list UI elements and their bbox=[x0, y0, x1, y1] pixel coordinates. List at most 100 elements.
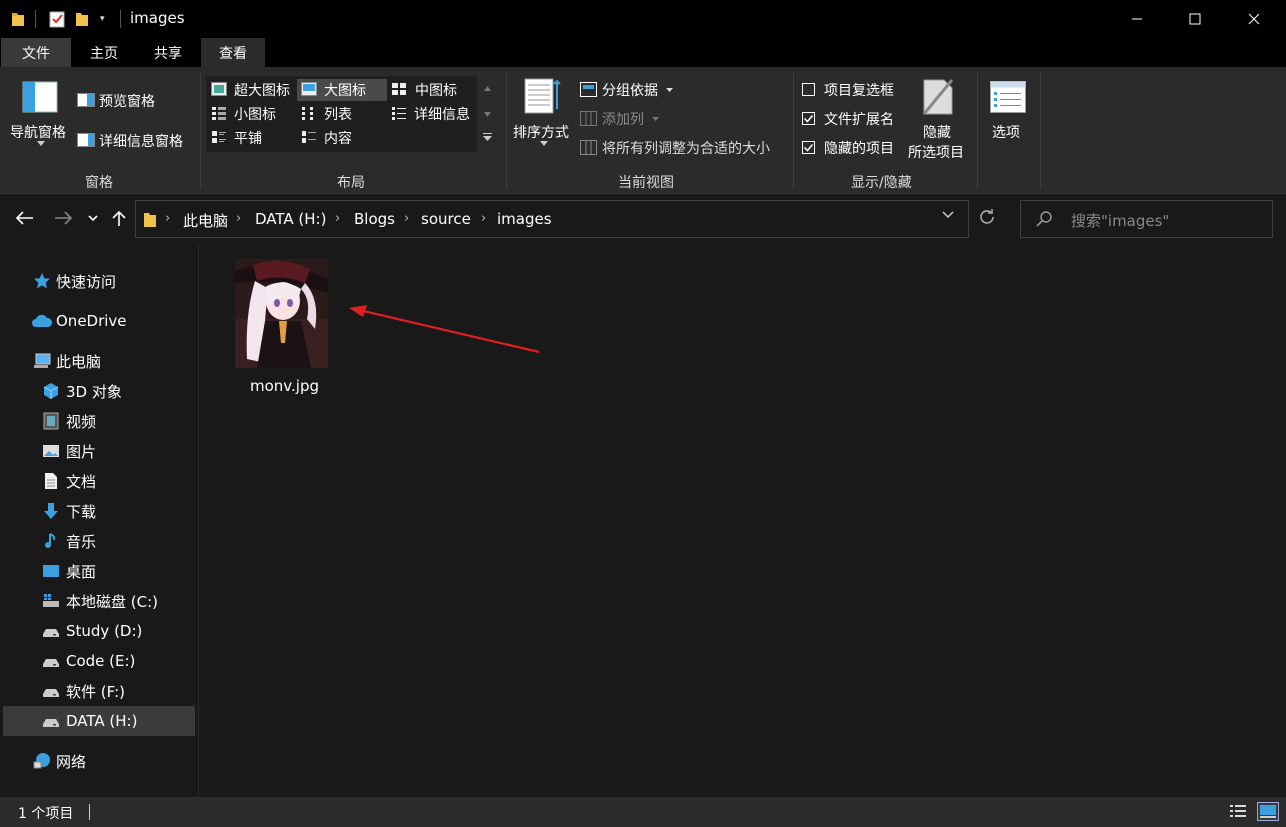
sidebar-item-drive-d[interactable]: Study (D:) bbox=[3, 616, 195, 646]
layout-tiles[interactable]: 平铺 bbox=[234, 128, 262, 148]
tab-home[interactable]: 主页 bbox=[73, 38, 135, 67]
maximize-icon bbox=[1189, 13, 1201, 25]
nav-pane-button[interactable]: 导航窗格 bbox=[10, 122, 66, 142]
sidebar-item-label: 此电脑 bbox=[56, 352, 102, 371]
breadcrumb-separator-icon[interactable]: › bbox=[236, 211, 241, 226]
forward-button[interactable] bbox=[54, 211, 72, 225]
sidebar-item-3d-objects[interactable]: 3D 对象 bbox=[3, 376, 195, 406]
address-bar[interactable]: › 此电脑 › DATA (H:) › Blogs › source › ima… bbox=[135, 200, 969, 238]
hide-selected-button-line2[interactable]: 所选项目 bbox=[908, 142, 964, 162]
breadcrumb-source[interactable]: source bbox=[421, 210, 471, 228]
up-button[interactable] bbox=[112, 210, 126, 227]
details-pane-icon bbox=[77, 133, 95, 147]
add-columns-button[interactable]: 添加列 bbox=[602, 109, 644, 129]
add-columns-icon bbox=[580, 111, 597, 126]
sidebar-item-network[interactable]: 网络 bbox=[3, 746, 195, 776]
separator bbox=[793, 73, 794, 189]
back-button[interactable] bbox=[16, 211, 34, 225]
sidebar-item-drive-c[interactable]: 本地磁盘 (C:) bbox=[3, 586, 195, 616]
breadcrumb-separator-icon[interactable]: › bbox=[481, 211, 486, 226]
hide-selected-icon bbox=[922, 79, 954, 115]
close-button[interactable] bbox=[1231, 0, 1277, 38]
tab-file[interactable]: 文件 bbox=[1, 38, 71, 67]
breadcrumb-separator-icon[interactable]: › bbox=[335, 211, 340, 226]
desktop-icon bbox=[43, 565, 59, 577]
close-icon bbox=[1248, 13, 1260, 25]
chevron-down-icon bbox=[37, 141, 45, 146]
new-folder-icon[interactable] bbox=[75, 11, 89, 27]
group-by-button[interactable]: 分组依据 bbox=[602, 80, 658, 100]
large-icons-view-button[interactable] bbox=[1257, 802, 1279, 821]
cube-icon bbox=[43, 383, 59, 399]
sidebar-item-label: 本地磁盘 (C:) bbox=[66, 592, 158, 611]
status-bar: 1 个项目 bbox=[0, 797, 1286, 827]
minimize-button[interactable] bbox=[1114, 0, 1160, 38]
breadcrumb-images[interactable]: images bbox=[497, 210, 552, 228]
search-box[interactable]: 搜索"images" bbox=[1020, 200, 1273, 238]
file-item[interactable]: monv.jpg bbox=[235, 259, 330, 399]
properties-icon[interactable] bbox=[49, 10, 65, 28]
layout-scroll[interactable] bbox=[479, 76, 497, 152]
search-input[interactable]: 搜索"images" bbox=[1071, 210, 1169, 231]
refresh-icon[interactable] bbox=[978, 208, 996, 226]
breadcrumb-separator-icon[interactable]: › bbox=[404, 211, 409, 226]
layout-small[interactable]: 小图标 bbox=[234, 104, 276, 124]
sidebar-item-label: 3D 对象 bbox=[66, 382, 122, 401]
sidebar-item-drive-h[interactable]: DATA (H:) bbox=[3, 706, 195, 736]
item-checkboxes-checkbox[interactable] bbox=[802, 83, 815, 96]
sidebar-item-pictures[interactable]: 图片 bbox=[3, 436, 195, 466]
sidebar-item-desktop[interactable]: 桌面 bbox=[3, 556, 195, 586]
scroll-down-icon[interactable] bbox=[484, 112, 491, 117]
separator bbox=[89, 804, 90, 820]
preview-pane-button[interactable]: 预览窗格 bbox=[99, 91, 155, 111]
sidebar-item-music[interactable]: 音乐 bbox=[3, 526, 195, 556]
options-button[interactable]: 选项 bbox=[992, 122, 1020, 142]
sidebar-item-drive-f[interactable]: 软件 (F:) bbox=[3, 676, 195, 706]
quick-access-dropdown-icon[interactable]: ▾ bbox=[100, 14, 105, 24]
details-view-button[interactable] bbox=[1228, 802, 1248, 821]
sidebar-item-documents[interactable]: 文档 bbox=[3, 466, 195, 496]
sidebar-item-this-pc[interactable]: 此电脑 bbox=[3, 346, 195, 376]
folder-icon bbox=[144, 213, 156, 227]
breadcrumb-data-drive[interactable]: DATA (H:) bbox=[255, 210, 326, 228]
layout-extra-large[interactable]: 超大图标 bbox=[234, 80, 290, 100]
expand-gallery-icon[interactable] bbox=[483, 133, 492, 141]
content-icon bbox=[302, 131, 316, 143]
layout-details[interactable]: 详细信息 bbox=[414, 104, 470, 124]
scroll-up-icon[interactable] bbox=[484, 86, 491, 91]
navigation-pane-icon[interactable] bbox=[22, 81, 58, 113]
sidebar-item-videos[interactable]: 视频 bbox=[3, 406, 195, 436]
breadcrumb-this-pc[interactable]: 此电脑 bbox=[183, 210, 228, 231]
hide-selected-button-line1[interactable]: 隐藏 bbox=[923, 122, 951, 142]
file-name: monv.jpg bbox=[250, 377, 319, 395]
maximize-button[interactable] bbox=[1172, 0, 1218, 38]
download-icon bbox=[44, 503, 58, 519]
breadcrumb-separator-icon[interactable]: › bbox=[165, 211, 170, 226]
chevron-down-icon[interactable] bbox=[942, 211, 954, 219]
sort-by-button[interactable]: 排序方式 bbox=[513, 122, 569, 142]
breadcrumb-blogs[interactable]: Blogs bbox=[354, 210, 395, 228]
hidden-items-label: 隐藏的项目 bbox=[824, 141, 894, 157]
separator bbox=[120, 10, 121, 28]
layout-large[interactable]: 大图标 bbox=[324, 80, 366, 100]
hidden-items-checkbox[interactable] bbox=[802, 141, 815, 154]
file-extensions-checkbox[interactable] bbox=[802, 112, 815, 125]
sidebar-item-drive-e[interactable]: Code (E:) bbox=[3, 646, 195, 676]
video-icon bbox=[43, 412, 59, 430]
layout-list[interactable]: 列表 bbox=[324, 104, 352, 124]
sidebar-item-downloads[interactable]: 下载 bbox=[3, 496, 195, 526]
medium-icons-icon bbox=[392, 83, 406, 95]
layout-content[interactable]: 内容 bbox=[324, 128, 352, 148]
group-label-show-hide: 显示/隐藏 bbox=[851, 175, 912, 191]
sidebar-item-quick-access[interactable]: 快速访问 bbox=[3, 266, 195, 296]
details-pane-button[interactable]: 详细信息窗格 bbox=[99, 131, 183, 151]
drive-icon bbox=[43, 719, 59, 727]
tab-share[interactable]: 共享 bbox=[137, 38, 199, 67]
chevron-down-icon bbox=[666, 88, 673, 92]
layout-medium[interactable]: 中图标 bbox=[415, 80, 457, 100]
recent-locations-dropdown[interactable] bbox=[88, 215, 98, 222]
document-icon bbox=[45, 473, 57, 489]
sidebar-item-onedrive[interactable]: OneDrive bbox=[3, 306, 195, 336]
tab-view[interactable]: 查看 bbox=[201, 38, 265, 67]
size-all-columns-button[interactable]: 将所有列调整为合适的大小 bbox=[602, 138, 770, 158]
